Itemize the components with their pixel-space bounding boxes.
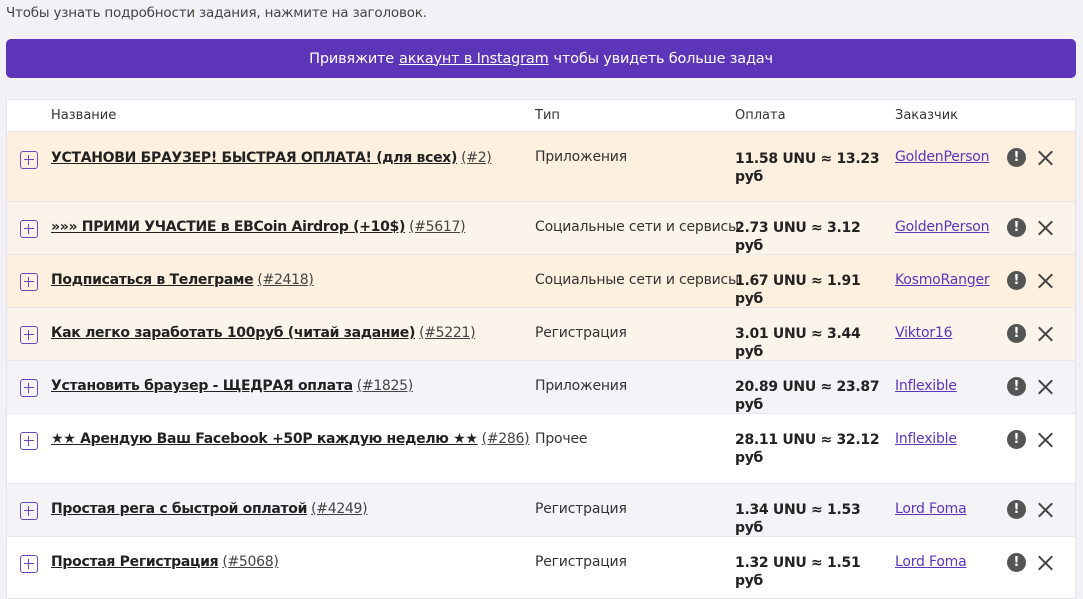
- table-header: Название Тип Оплата Заказчик: [7, 100, 1075, 131]
- table-row: »»» ПРИМИ УЧАСТИЕ в EBCoin Airdrop (+10$…: [7, 201, 1075, 254]
- task-pay: 1.67 UNU ≈ 1.91 руб: [735, 273, 861, 307]
- task-title: Простая Регистрация (#5068): [51, 554, 279, 570]
- task-type: Социальные сети и сервисы: [535, 272, 739, 288]
- task-customer-link[interactable]: Lord Foma: [895, 501, 967, 517]
- table-row: Установить браузер - ЩЕДРАЯ оплата (#1825…: [7, 360, 1075, 413]
- report-icon[interactable]: !: [1007, 148, 1026, 167]
- task-pay: 3.01 UNU ≈ 3.44 руб: [735, 326, 861, 360]
- table-row: УСТАНОВИ БРАУЗЕР! БЫСТРАЯ ОПЛАТА! (для в…: [7, 131, 1075, 201]
- task-customer-link[interactable]: GoldenPerson: [895, 149, 990, 165]
- close-icon[interactable]: [1035, 377, 1055, 397]
- task-type: Прочее: [535, 431, 588, 447]
- task-title: Установить браузер - ЩЕДРАЯ оплата (#1825…: [51, 378, 413, 394]
- instructions-text: Чтобы узнать подробности задания, нажмит…: [6, 5, 427, 21]
- report-icon[interactable]: !: [1007, 500, 1026, 519]
- table-row: Простая Регистрация (#5068) Регистрация 1…: [7, 536, 1075, 589]
- expand-icon[interactable]: [20, 502, 38, 520]
- task-type: Регистрация: [535, 554, 627, 570]
- table-row: ★★ Арендую Ваш Facebook +50Р каждую неде…: [7, 413, 1075, 483]
- task-title: ★★ Арендую Ваш Facebook +50Р каждую неде…: [51, 431, 530, 447]
- task-pay: 2.73 UNU ≈ 3.12 руб: [735, 220, 861, 254]
- close-icon[interactable]: [1035, 218, 1055, 238]
- expand-icon[interactable]: [20, 273, 38, 291]
- task-name-link[interactable]: Подписаться в Телеграме: [51, 272, 254, 288]
- task-name-link[interactable]: »»» ПРИМИ УЧАСТИЕ в EBCoin Airdrop (+10$…: [51, 219, 405, 235]
- task-name-link[interactable]: Как легко заработать 100руб (читай задан…: [51, 325, 415, 341]
- close-icon[interactable]: [1035, 500, 1055, 520]
- task-name-link[interactable]: Простая Регистрация: [51, 554, 219, 570]
- task-title: »»» ПРИМИ УЧАСТИЕ в EBCoin Airdrop (+10$…: [51, 219, 466, 235]
- task-title: УСТАНОВИ БРАУЗЕР! БЫСТРАЯ ОПЛАТА! (для в…: [51, 150, 492, 166]
- task-type: Регистрация: [535, 501, 627, 517]
- column-header-type: Тип: [535, 108, 560, 123]
- task-type: Регистрация: [535, 325, 627, 341]
- report-icon[interactable]: !: [1007, 324, 1026, 343]
- task-type: Приложения: [535, 378, 627, 394]
- task-name-link[interactable]: УСТАНОВИ БРАУЗЕР! БЫСТРАЯ ОПЛАТА! (для в…: [51, 150, 457, 166]
- expand-icon[interactable]: [20, 220, 38, 238]
- close-icon[interactable]: [1035, 430, 1055, 450]
- close-icon[interactable]: [1035, 148, 1055, 168]
- expand-icon[interactable]: [20, 555, 38, 573]
- task-customer-link[interactable]: Inflexible: [895, 431, 957, 447]
- expand-icon[interactable]: [20, 326, 38, 344]
- task-id-link[interactable]: (#2): [461, 150, 492, 166]
- tasks-table: Название Тип Оплата Заказчик УСТАНОВИ БР…: [6, 99, 1076, 599]
- task-customer-link[interactable]: GoldenPerson: [895, 219, 990, 235]
- banner-text-before: Привяжите: [309, 50, 395, 67]
- close-icon[interactable]: [1035, 271, 1055, 291]
- task-id-link[interactable]: (#5617): [409, 219, 465, 235]
- close-icon[interactable]: [1035, 553, 1055, 573]
- task-title: Простая рега с быстрой оплатой (#4249): [51, 501, 368, 517]
- column-header-name: Название: [51, 108, 117, 123]
- report-icon[interactable]: !: [1007, 377, 1026, 396]
- task-pay: 28.11 UNU ≈ 32.12 руб: [735, 432, 880, 466]
- task-pay: 1.34 UNU ≈ 1.53 руб: [735, 502, 861, 536]
- report-icon[interactable]: !: [1007, 553, 1026, 572]
- task-id-link[interactable]: (#1825): [357, 378, 413, 394]
- instagram-banner: Привяжите аккаунт в Instagram чтобы увид…: [6, 39, 1076, 78]
- task-name-link[interactable]: Простая рега с быстрой оплатой: [51, 501, 307, 517]
- task-customer-link[interactable]: Viktor16: [895, 325, 952, 341]
- task-customer-link[interactable]: Inflexible: [895, 378, 957, 394]
- report-icon[interactable]: !: [1007, 271, 1026, 290]
- task-type: Приложения: [535, 149, 627, 165]
- close-icon[interactable]: [1035, 324, 1055, 344]
- table-row: Подписаться в Телеграме (#2418) Социальны…: [7, 254, 1075, 307]
- task-id-link[interactable]: (#5221): [419, 325, 475, 341]
- task-title: Подписаться в Телеграме (#2418): [51, 272, 314, 288]
- task-name-link[interactable]: ★★ Арендую Ваш Facebook +50Р каждую неде…: [51, 431, 478, 447]
- task-pay: 11.58 UNU ≈ 13.23 руб: [735, 151, 880, 185]
- task-id-link[interactable]: (#2418): [257, 272, 313, 288]
- expand-icon[interactable]: [20, 151, 38, 169]
- report-icon[interactable]: !: [1007, 218, 1026, 237]
- task-id-link[interactable]: (#286): [482, 431, 530, 447]
- column-header-pay: Оплата: [735, 108, 786, 123]
- table-row: Простая рега с быстрой оплатой (#4249) Ре…: [7, 483, 1075, 536]
- task-type: Социальные сети и сервисы: [535, 219, 739, 235]
- expand-icon[interactable]: [20, 379, 38, 397]
- task-id-link[interactable]: (#5068): [222, 554, 278, 570]
- task-id-link[interactable]: (#4249): [311, 501, 367, 517]
- task-customer-link[interactable]: Lord Foma: [895, 554, 967, 570]
- task-customer-link[interactable]: KosmoRanger: [895, 272, 990, 288]
- banner-text-after: чтобы увидеть больше задач: [553, 50, 773, 67]
- report-icon[interactable]: !: [1007, 430, 1026, 449]
- column-header-customer: Заказчик: [895, 108, 959, 123]
- table-row: Как легко заработать 100руб (читай задан…: [7, 307, 1075, 360]
- task-title: Как легко заработать 100руб (читай задан…: [51, 325, 476, 341]
- instagram-link[interactable]: аккаунт в Instagram: [399, 51, 549, 67]
- task-name-link[interactable]: Установить браузер - ЩЕДРАЯ оплата: [51, 378, 353, 394]
- expand-icon[interactable]: [20, 432, 38, 450]
- task-pay: 20.89 UNU ≈ 23.87 руб: [735, 379, 880, 413]
- task-pay: 1.32 UNU ≈ 1.51 руб: [735, 555, 861, 589]
